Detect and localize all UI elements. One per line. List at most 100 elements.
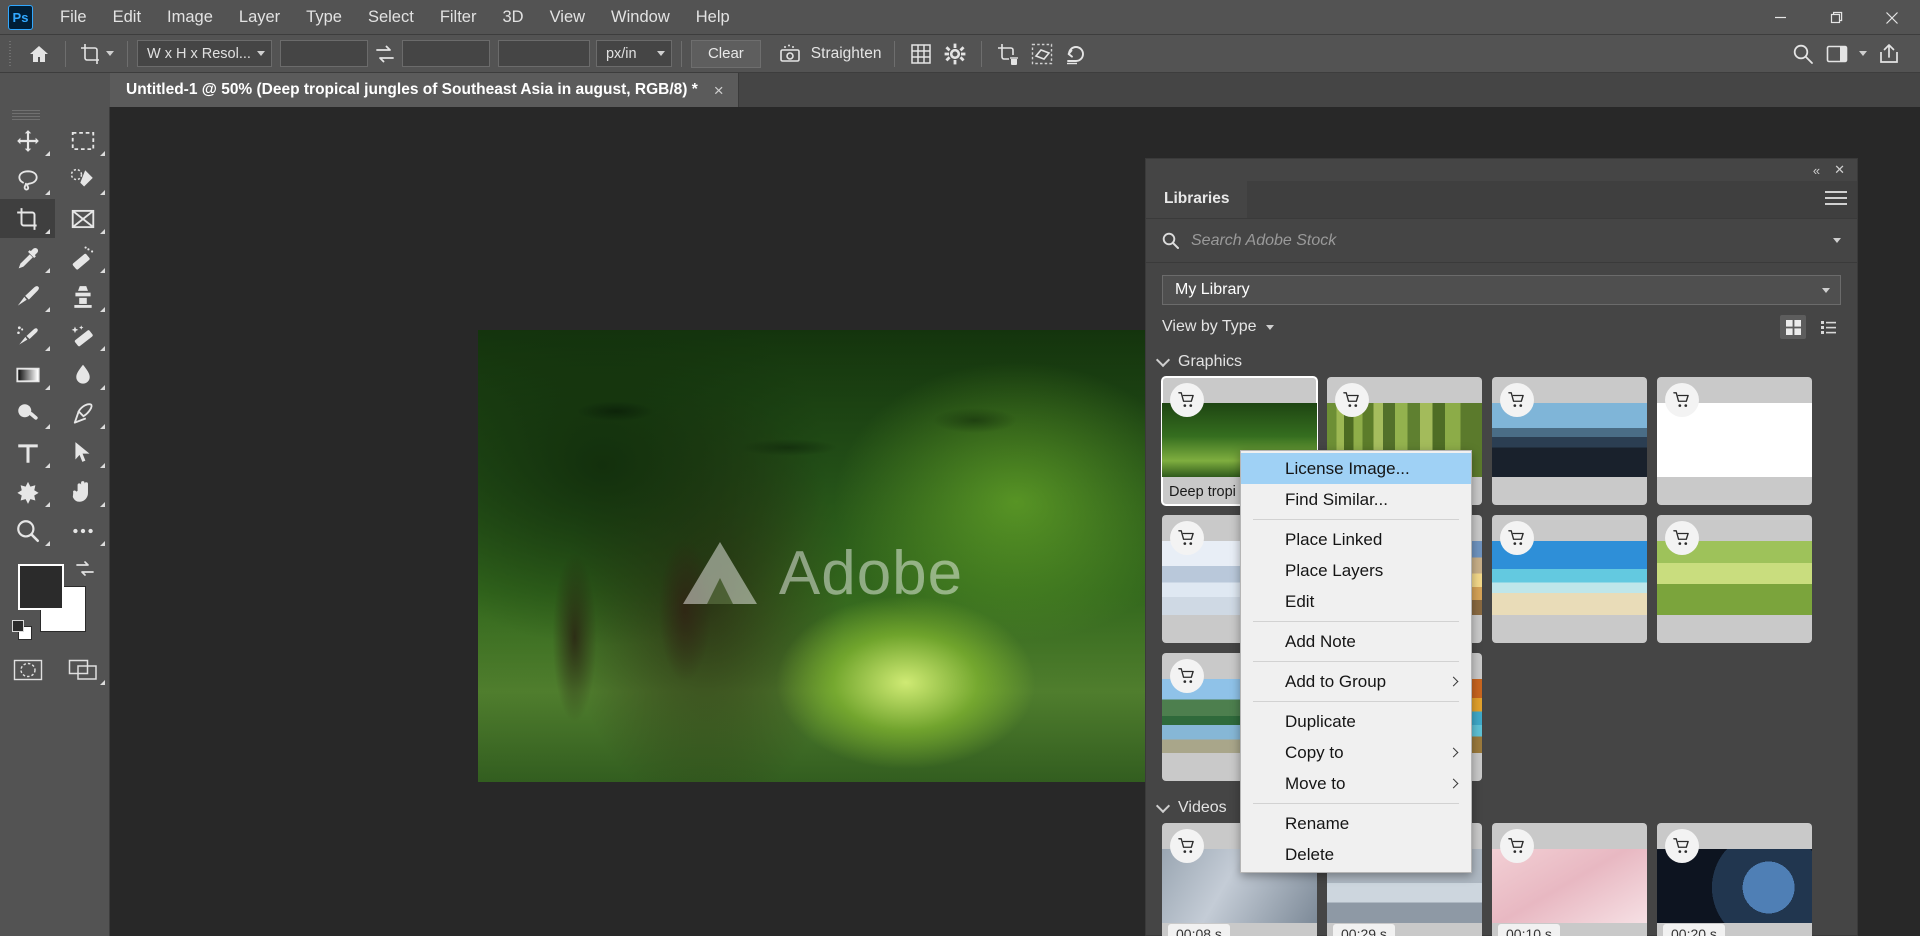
screen-mode-icon[interactable] — [55, 650, 110, 689]
cart-icon[interactable] — [1170, 659, 1204, 693]
tools-panel-grip[interactable] — [0, 107, 109, 121]
spot-healing-brush-tool[interactable] — [55, 238, 110, 277]
home-icon[interactable] — [22, 39, 56, 69]
eraser-tool[interactable] — [55, 316, 110, 355]
gradient-tool[interactable] — [0, 355, 55, 394]
context-menu-item-find-similar[interactable]: Find Similar... — [1241, 484, 1471, 515]
context-menu-item-move-to[interactable]: Move to — [1241, 768, 1471, 799]
minimize-button[interactable] — [1752, 0, 1808, 35]
brush-tool[interactable] — [0, 277, 55, 316]
view-by-label[interactable]: View by Type — [1162, 318, 1257, 336]
chevron-down-icon[interactable] — [1265, 324, 1274, 330]
close-icon[interactable]: × — [714, 82, 724, 99]
blur-tool[interactable] — [55, 355, 110, 394]
cart-icon[interactable] — [1665, 521, 1699, 555]
dodge-tool[interactable] — [0, 394, 55, 433]
list-view-icon[interactable] — [1815, 315, 1841, 339]
chevron-down-icon[interactable] — [1833, 238, 1841, 243]
menu-edit[interactable]: Edit — [100, 0, 154, 35]
cart-icon[interactable] — [1500, 383, 1534, 417]
default-colors-icon[interactable] — [12, 620, 32, 640]
context-menu-item-place-layers[interactable]: Place Layers — [1241, 555, 1471, 586]
panel-menu-icon[interactable] — [1825, 189, 1847, 207]
swap-dimensions-icon[interactable] — [368, 39, 402, 69]
menu-window[interactable]: Window — [598, 0, 683, 35]
context-menu-item-copy-to[interactable]: Copy to — [1241, 737, 1471, 768]
menu-file[interactable]: File — [47, 0, 100, 35]
cart-icon[interactable] — [1500, 521, 1534, 555]
pen-tool[interactable] — [55, 394, 110, 433]
context-menu-item-add-note[interactable]: Add Note — [1241, 626, 1471, 657]
cart-icon[interactable] — [1665, 829, 1699, 863]
share-icon[interactable] — [1872, 39, 1906, 69]
close-panel-icon[interactable]: ✕ — [1834, 162, 1845, 178]
tab-libraries[interactable]: Libraries — [1146, 180, 1248, 218]
straighten-label[interactable]: Straighten — [807, 45, 886, 63]
foreground-color-swatch[interactable] — [18, 564, 64, 610]
workspace-icon[interactable] — [1820, 39, 1854, 69]
menu-select[interactable]: Select — [355, 0, 427, 35]
gear-icon[interactable] — [938, 39, 972, 69]
stock-search-row[interactable]: Search Adobe Stock — [1146, 219, 1857, 263]
chevron-down-icon[interactable] — [1155, 798, 1171, 814]
options-bar-grip[interactable] — [6, 40, 16, 67]
path-selection-tool[interactable] — [55, 433, 110, 472]
chevron-down-icon[interactable] — [1854, 39, 1872, 69]
menu-type[interactable]: Type — [293, 0, 355, 35]
history-brush-tool[interactable] — [0, 316, 55, 355]
clear-button[interactable]: Clear — [690, 39, 761, 68]
menu-layer[interactable]: Layer — [226, 0, 293, 35]
move-tool[interactable] — [0, 121, 55, 160]
menu-filter[interactable]: Filter — [427, 0, 490, 35]
menu-view[interactable]: View — [537, 0, 598, 35]
reset-icon[interactable] — [1059, 39, 1093, 69]
aspect-ratio-select[interactable]: W x H x Resol... — [137, 40, 272, 67]
cart-icon[interactable] — [1500, 829, 1534, 863]
zoom-tool[interactable] — [0, 511, 55, 550]
library-asset-card[interactable]: 00:20 s — [1657, 823, 1812, 936]
delete-cropped-pixels-icon[interactable] — [991, 39, 1025, 69]
library-asset-card[interactable]: 00:10 s — [1492, 823, 1647, 936]
crop-tool[interactable] — [0, 199, 55, 238]
cart-icon[interactable] — [1170, 383, 1204, 417]
crop-overlay-grid-icon[interactable] — [904, 39, 938, 69]
close-button[interactable] — [1864, 0, 1920, 35]
context-menu-item-delete[interactable]: Delete — [1241, 839, 1471, 870]
context-menu-item-license-image[interactable]: License Image... — [1241, 453, 1471, 484]
context-menu-item-rename[interactable]: Rename — [1241, 808, 1471, 839]
library-asset-card[interactable] — [1492, 377, 1647, 505]
collapse-panel-icon[interactable]: « — [1813, 163, 1820, 178]
menu-image[interactable]: Image — [154, 0, 226, 35]
resolution-unit-select[interactable]: px/in — [595, 40, 672, 67]
search-input[interactable]: Search Adobe Stock — [1191, 232, 1821, 250]
grid-view-icon[interactable] — [1780, 315, 1806, 339]
hand-tool[interactable] — [55, 472, 110, 511]
cart-icon[interactable] — [1170, 521, 1204, 555]
cart-icon[interactable] — [1335, 383, 1369, 417]
frame-tool[interactable] — [55, 199, 110, 238]
custom-shape-tool[interactable] — [0, 472, 55, 511]
library-asset-card[interactable] — [1492, 515, 1647, 643]
quick-mask-icon[interactable] — [0, 650, 55, 689]
lasso-tool[interactable] — [0, 160, 55, 199]
chevron-down-icon[interactable] — [106, 51, 114, 56]
chevron-down-icon[interactable] — [1155, 352, 1171, 368]
straighten-icon[interactable] — [773, 39, 807, 69]
restore-button[interactable] — [1808, 0, 1864, 35]
crop-height-input[interactable] — [401, 40, 490, 67]
search-icon[interactable] — [1786, 39, 1820, 69]
content-aware-icon[interactable] — [1025, 39, 1059, 69]
document-canvas[interactable]: Adobe — [478, 330, 1168, 782]
resolution-input[interactable] — [497, 40, 590, 67]
horizontal-type-tool[interactable] — [0, 433, 55, 472]
context-menu-item-place-linked[interactable]: Place Linked — [1241, 524, 1471, 555]
context-menu-item-edit[interactable]: Edit — [1241, 586, 1471, 617]
context-menu-item-add-to-group[interactable]: Add to Group — [1241, 666, 1471, 697]
rectangular-marquee-tool[interactable] — [55, 121, 110, 160]
quick-selection-tool[interactable] — [55, 160, 110, 199]
edit-toolbar[interactable] — [55, 511, 110, 550]
menu-help[interactable]: Help — [683, 0, 743, 35]
clone-stamp-tool[interactable] — [55, 277, 110, 316]
swap-colors-icon[interactable] — [75, 560, 95, 578]
section-header-graphics[interactable]: Graphics — [1146, 349, 1857, 377]
